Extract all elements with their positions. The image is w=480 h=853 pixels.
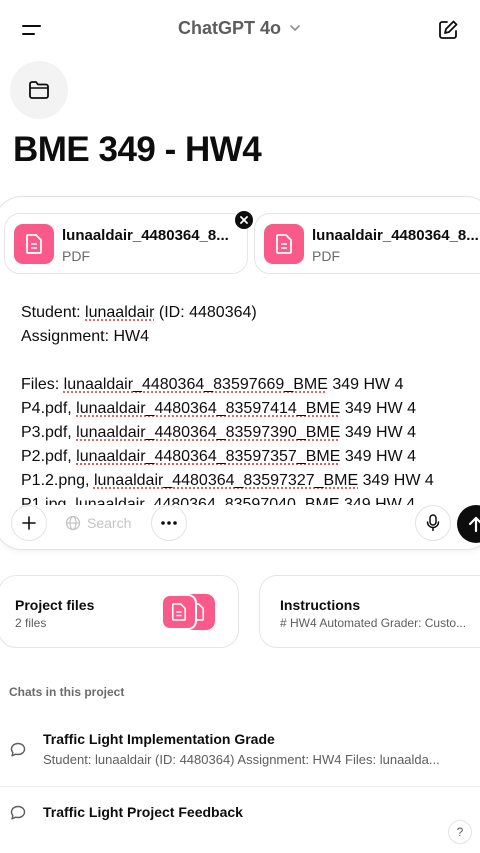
project-files-count: 2 files <box>15 616 47 630</box>
document-icon <box>14 224 54 264</box>
instructions-card[interactable]: Instructions # HW4 Automated Grader: Cus… <box>259 575 480 648</box>
arrow-up-icon <box>468 516 480 533</box>
message-composer[interactable]: lunaaldair_4480364_8... PDF lunaaldair_4… <box>0 196 480 550</box>
flagged-word: lunaaldair_4480364_83597390_BME <box>76 424 341 441</box>
model-label: ChatGPT 4o <box>177 18 281 38</box>
new-chat-button[interactable] <box>434 16 462 44</box>
message-text-run: 349 HW 4 <box>340 448 416 465</box>
chat-preview: Student: lunaaldair (ID: 4480364) Assign… <box>43 752 440 767</box>
more-options-button[interactable] <box>151 505 187 541</box>
plus-icon <box>22 516 36 530</box>
more-icon <box>161 521 177 525</box>
divider <box>0 786 480 787</box>
voice-input-button[interactable] <box>415 505 451 541</box>
message-text-run: 349 HW 4 <box>340 400 416 417</box>
add-attachment-button[interactable] <box>11 505 47 541</box>
message-text-run: (ID: 4480364) <box>154 304 257 321</box>
message-line <box>21 349 480 373</box>
message-text-run: P1.jpg, <box>21 496 76 505</box>
top-bar: ChatGPT 4o <box>0 0 480 60</box>
attachment-type: PDF <box>312 248 340 264</box>
chat-list-item[interactable]: Traffic Light Project Feedback <box>0 792 480 832</box>
folder-icon <box>29 81 49 99</box>
message-text-run: 349 HW 4 <box>327 376 404 393</box>
instructions-title: Instructions <box>280 597 361 613</box>
chat-bubble-icon <box>10 742 26 757</box>
flagged-word: lunaaldair_4480364_83597669_BME <box>63 376 328 393</box>
message-input-text[interactable]: Student: lunaaldair (ID: 4480364) Assignm… <box>21 301 480 505</box>
message-line: P2.pdf, lunaaldair_4480364_83597357_BME … <box>21 445 480 469</box>
chat-list-item[interactable]: Traffic Light Implementation Grade Stude… <box>0 720 480 780</box>
message-text-run: 349 HW 4 <box>358 472 434 489</box>
flagged-word: lunaaldair_4480364_83597327_BME <box>93 472 359 489</box>
attachment-name: lunaaldair_4480364_8... <box>312 227 479 244</box>
send-button[interactable] <box>457 505 480 543</box>
edit-icon <box>439 20 458 39</box>
message-line: P4.pdf, lunaaldair_4480364_83597414_BME … <box>21 397 480 421</box>
flagged-word: lunaaldair_4480364_83597357_BME <box>76 448 341 465</box>
project-files-title: Project files <box>15 597 95 613</box>
message-line: P3.pdf, lunaaldair_4480364_83597390_BME … <box>21 421 480 445</box>
mic-icon <box>426 514 440 531</box>
chats-section-label: Chats in this project <box>9 685 125 699</box>
message-line: P1.2.png, lunaaldair_4480364_83597327_BM… <box>21 469 480 493</box>
attachment-name: lunaaldair_4480364_8... <box>62 227 229 244</box>
chat-title: Traffic Light Implementation Grade <box>43 731 275 747</box>
chat-title: Traffic Light Project Feedback <box>43 804 243 820</box>
attachment-card[interactable]: lunaaldair_4480364_8... PDF <box>4 213 248 274</box>
message-text-run: P1.2.png, <box>21 472 94 489</box>
flagged-word: lunaaldair_4480364_83597414_BME <box>76 400 341 417</box>
chat-bubble-icon <box>10 805 26 820</box>
message-text-run: Student: <box>21 304 86 321</box>
message-text-run: P3.pdf, <box>21 424 77 441</box>
project-title: BME 349 - HW4 <box>13 130 262 169</box>
remove-attachment-button[interactable] <box>235 211 253 229</box>
message-text-run: 349 HW 4 <box>339 496 416 505</box>
message-text-run: 349 HW 4 <box>340 424 416 441</box>
message-line: Assignment: HW4 <box>21 325 480 349</box>
globe-icon <box>65 515 81 531</box>
close-icon <box>240 216 248 224</box>
project-files-card[interactable]: Project files 2 files <box>0 575 239 648</box>
message-text-run: Files: <box>21 376 64 393</box>
model-selector[interactable]: ChatGPT 4o <box>0 18 480 40</box>
message-text-run: P2.pdf, <box>21 448 77 465</box>
flagged-word: lunaaldair_4480364_83597040_BME <box>75 496 340 505</box>
document-icon <box>264 224 304 264</box>
message-text-run: P4.pdf, <box>21 400 77 417</box>
message-line: Files: lunaaldair_4480364_83597669_BME 3… <box>21 373 480 397</box>
message-line: Student: lunaaldair (ID: 4480364) <box>21 301 480 325</box>
message-text-run: Assignment: HW4 <box>21 328 150 345</box>
message-line: P1.jpg, lunaaldair_4480364_83597040_BME … <box>21 493 480 505</box>
help-button[interactable]: ? <box>448 820 472 844</box>
flagged-word: lunaaldair <box>85 304 155 321</box>
attachment-card[interactable]: lunaaldair_4480364_8... PDF <box>254 213 480 274</box>
search-label: Search <box>87 515 132 531</box>
instructions-preview: # HW4 Automated Grader: Custo... <box>280 616 467 630</box>
document-icon <box>161 594 197 630</box>
attachment-type: PDF <box>62 248 90 264</box>
search-toggle[interactable]: Search <box>57 505 139 541</box>
chevron-down-icon <box>288 19 302 40</box>
project-folder-badge <box>10 61 68 119</box>
